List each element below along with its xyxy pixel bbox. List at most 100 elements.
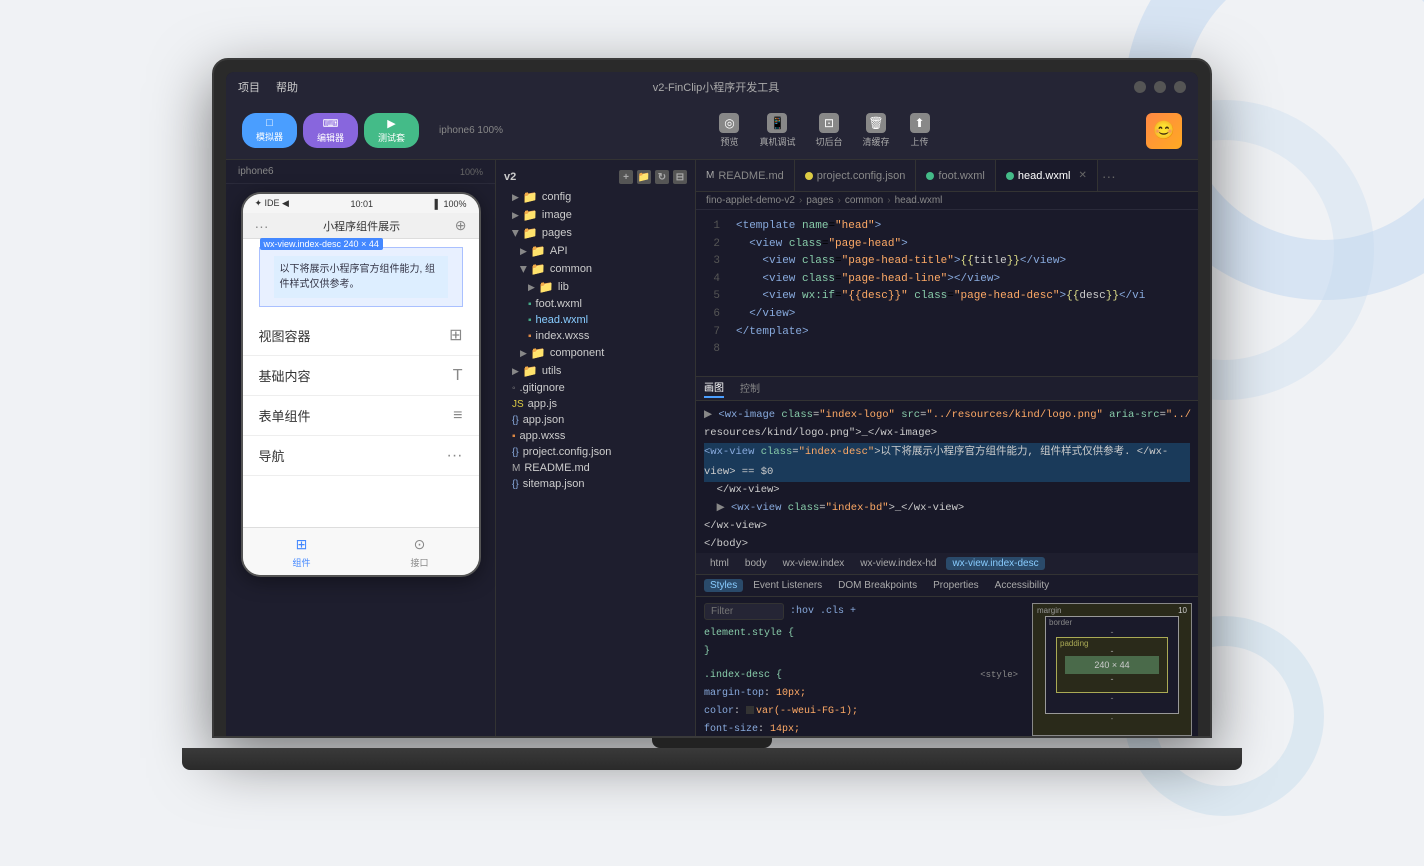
file-name: component <box>550 347 604 359</box>
tree-line-4-selected[interactable]: view> == $0 <box>704 463 1190 483</box>
file-item-component[interactable]: ▶ 📁 component <box>496 344 695 362</box>
menu-help[interactable]: 帮助 <box>276 79 298 95</box>
el-tab-body[interactable]: body <box>739 557 773 570</box>
el-tab-index[interactable]: wx-view.index <box>777 557 851 570</box>
more-tabs-icon[interactable]: ··· <box>1102 168 1116 184</box>
style-tab-access[interactable]: Accessibility <box>989 579 1055 592</box>
laptop-screen: 项目 帮助 v2-FinClip小程序开发工具 □ <box>212 58 1212 738</box>
tree-line-3-selected[interactable]: <wx-view class="index-desc">以下将展示小程序官方组件… <box>704 443 1190 463</box>
collapse-icon[interactable]: ⊟ <box>673 170 687 184</box>
close-button[interactable] <box>1174 81 1186 93</box>
file-item-common[interactable]: ▶ 📁 common <box>496 260 695 278</box>
wxss-icon: ▪ <box>528 331 532 342</box>
laptop-notch <box>652 738 772 748</box>
new-folder-icon[interactable]: 📁 <box>637 170 651 184</box>
file-item-app-wxss[interactable]: ▪ app.wxss <box>496 428 695 444</box>
menu-item-form[interactable]: 表单组件 ≡ <box>243 396 479 436</box>
element-label: wx-view.index-desc 240 × 44 <box>260 238 383 250</box>
style-filter-row: :hov .cls + <box>704 603 1018 621</box>
clear-cache-button[interactable]: 🗑 清缓存 <box>863 113 890 148</box>
devtools-tab-control[interactable]: 控制 <box>740 380 760 397</box>
breadcrumb-sep-1: › <box>838 195 841 206</box>
menu-label-views: 视图容器 <box>259 326 311 345</box>
file-item-app-json[interactable]: {} app.json <box>496 412 695 428</box>
file-item-foot-wxml[interactable]: ▪ foot.wxml <box>496 296 695 312</box>
component-label: 组件 <box>292 556 310 569</box>
menu-item-views[interactable]: 视图容器 ⊞ <box>243 315 479 356</box>
menu-icon-views: ⊞ <box>449 325 462 345</box>
test-button[interactable]: ▶ 测试套 <box>364 113 419 148</box>
file-item-index-wxss[interactable]: ▪ index.wxss <box>496 328 695 344</box>
laptop-base <box>182 748 1242 770</box>
chevron-icon: ▶ <box>512 192 519 203</box>
refresh-icon[interactable]: ↻ <box>655 170 669 184</box>
menu-project[interactable]: 项目 <box>238 79 260 95</box>
menu-label-basic: 基础内容 <box>259 366 311 385</box>
json-icon: {} <box>512 479 519 490</box>
bottom-nav-api[interactable]: ⊙ 接口 <box>361 528 479 575</box>
folder-icon: 📁 <box>523 226 538 240</box>
code-content[interactable]: <template name="head"> <view class="page… <box>728 210 1198 376</box>
file-item-config[interactable]: ▶ 📁 config <box>496 188 695 206</box>
cut-label: 切后台 <box>815 135 842 148</box>
bottom-nav-component[interactable]: ⊞ 组件 <box>243 528 361 575</box>
user-avatar[interactable]: 😊 <box>1146 113 1182 149</box>
tab-project-config[interactable]: project.config.json <box>795 160 917 191</box>
file-item-api[interactable]: ▶ 📁 API <box>496 242 695 260</box>
editor-button[interactable]: ⌨ 编辑器 <box>303 113 358 148</box>
file-item-app-js[interactable]: JS app.js <box>496 396 695 412</box>
file-item-sitemap[interactable]: {} sitemap.json <box>496 476 695 492</box>
devtools-tab-render[interactable]: 画图 <box>704 379 724 398</box>
menu-label-nav: 导航 <box>259 446 285 465</box>
tab-readme[interactable]: M README.md <box>696 160 795 191</box>
cut-button[interactable]: ⊡ 切后台 <box>815 113 842 148</box>
style-tab-events[interactable]: Event Listeners <box>747 579 828 592</box>
minimize-button[interactable] <box>1134 81 1146 93</box>
new-file-icon[interactable]: + <box>619 170 633 184</box>
file-item-lib[interactable]: ▶ 📁 lib <box>496 278 695 296</box>
menu-item-nav[interactable]: 导航 ··· <box>243 436 479 476</box>
real-test-button[interactable]: 📱 真机调试 <box>759 113 795 148</box>
file-item-pages[interactable]: ▶ 📁 pages <box>496 224 695 242</box>
simulator-panel: iphone6 100% ✦ IDE ◀ 10:01 ▌ 100% ··· <box>226 160 496 736</box>
maximize-button[interactable] <box>1154 81 1166 93</box>
style-tab-props[interactable]: Properties <box>927 579 985 592</box>
tab-head-wxml[interactable]: head.wxml ✕ <box>996 160 1098 191</box>
app-title: 小程序组件展示 <box>323 218 400 234</box>
file-item-gitignore[interactable]: ◦ .gitignore <box>496 380 695 396</box>
el-tab-index-desc[interactable]: wx-view.index-desc <box>946 557 1044 570</box>
file-item-project-config[interactable]: {} project.config.json <box>496 444 695 460</box>
style-tab-styles[interactable]: Styles <box>704 579 743 592</box>
el-tab-index-hd[interactable]: wx-view.index-hd <box>854 557 942 570</box>
menu-item-basic[interactable]: 基础内容 T <box>243 356 479 396</box>
tab-label: README.md <box>718 170 783 182</box>
style-filter-input[interactable] <box>704 603 784 620</box>
file-name: README.md <box>524 462 589 474</box>
wxss-icon: ▪ <box>512 431 516 442</box>
file-item-readme[interactable]: M README.md <box>496 460 695 476</box>
el-tab-html[interactable]: html <box>704 557 735 570</box>
editor-icon: ⌨ <box>323 117 339 130</box>
file-item-image[interactable]: ▶ 📁 image <box>496 206 695 224</box>
file-item-head-wxml[interactable]: ▪ head.wxml <box>496 312 695 328</box>
box-border: border - padding - 240 × 44 - <box>1045 616 1179 714</box>
simulate-button[interactable]: □ 模拟器 <box>242 113 297 148</box>
preview-button[interactable]: ◎ 预览 <box>719 113 739 148</box>
breadcrumb-sep-2: › <box>887 195 890 206</box>
explorer-actions: + 📁 ↻ ⊟ <box>619 170 687 184</box>
style-tab-dom-bp[interactable]: DOM Breakpoints <box>832 579 923 592</box>
real-test-icon: 📱 <box>767 113 787 133</box>
wxml-tab-icon <box>1006 172 1014 180</box>
component-icon: ⊞ <box>292 534 312 554</box>
code-line-5: <view wx:if="{{desc}}" class="page-head-… <box>736 288 1198 306</box>
file-item-utils[interactable]: ▶ 📁 utils <box>496 362 695 380</box>
line-num-3: 3 <box>696 253 728 271</box>
folder-icon: 📁 <box>531 262 546 276</box>
line-numbers: 1 2 3 4 5 6 7 8 <box>696 210 728 376</box>
code-editor[interactable]: 1 2 3 4 5 6 7 8 <template name="head"> <box>696 210 1198 376</box>
tab-foot-wxml[interactable]: foot.wxml <box>916 160 995 191</box>
code-line-7: </template> <box>736 324 1198 342</box>
pseudo-filter[interactable]: :hov .cls + <box>790 603 856 621</box>
tab-close-icon[interactable]: ✕ <box>1078 170 1086 181</box>
upload-button[interactable]: ⬆ 上传 <box>910 113 930 148</box>
